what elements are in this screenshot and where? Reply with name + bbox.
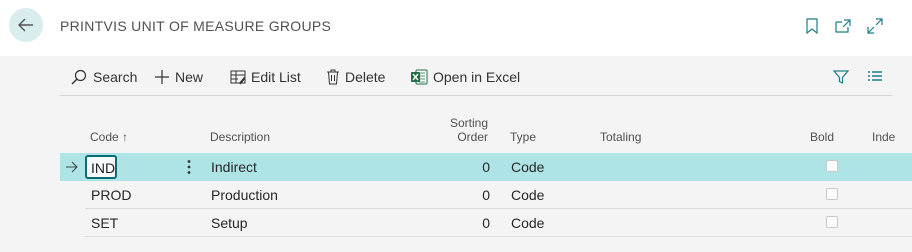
open-new-window-icon (835, 19, 851, 33)
search-button[interactable]: Search (70, 67, 137, 87)
code-cell-editor[interactable]: IND (85, 155, 117, 179)
delete-label: Delete (345, 69, 386, 85)
filter-button[interactable] (833, 67, 854, 87)
code-cell[interactable]: SET (91, 215, 118, 231)
filter-icon (833, 70, 849, 84)
expand-button[interactable] (866, 17, 884, 35)
new-label: New (175, 69, 204, 85)
table-row[interactable]: SET Setup 0 Code (60, 209, 912, 237)
back-button[interactable] (9, 8, 43, 42)
table-row[interactable]: IND Indirect 0 Code (60, 153, 912, 181)
bold-checkbox[interactable] (826, 188, 838, 200)
sorting-order-cell[interactable]: 0 (440, 159, 490, 175)
column-header-totaling[interactable]: Totaling (600, 130, 641, 144)
open-in-excel-label: Open in Excel (433, 69, 521, 85)
bold-checkbox[interactable] (826, 160, 838, 172)
sorting-order-header-line1: Sorting (449, 116, 488, 130)
arrow-left-icon (18, 18, 33, 32)
description-cell[interactable]: Production (211, 187, 278, 203)
open-in-excel-button[interactable]: Open in Excel (410, 67, 520, 87)
type-cell[interactable]: Code (511, 215, 544, 231)
column-header-code[interactable]: Code ↑ (90, 130, 128, 144)
list-view-button[interactable] (867, 67, 888, 87)
column-header-description[interactable]: Description (210, 130, 270, 144)
sorting-order-cell[interactable]: 0 (440, 215, 490, 231)
page-header: PRINTVIS UNIT OF MEASURE GROUPS (0, 0, 912, 56)
plus-icon (155, 70, 169, 84)
code-header-label: Code (90, 130, 119, 144)
edit-list-button[interactable]: Edit List (230, 67, 301, 87)
bookmark-icon (806, 18, 818, 34)
expand-icon (867, 18, 883, 34)
sorting-order-header-line2: Order (457, 130, 488, 144)
page-title: PRINTVIS UNIT OF MEASURE GROUPS (60, 18, 332, 34)
column-header-indentation[interactable]: Inde (872, 130, 895, 144)
sort-ascending-icon: ↑ (122, 130, 129, 144)
code-cell: IND (91, 160, 116, 176)
list-content: Search New Edit List Delete Open in Exce… (60, 56, 912, 252)
edit-list-icon (230, 70, 246, 85)
description-cell[interactable]: Indirect (211, 159, 257, 175)
column-header-bold[interactable]: Bold (810, 130, 834, 144)
type-cell[interactable]: Code (511, 159, 544, 175)
excel-icon (411, 69, 428, 85)
bold-checkbox[interactable] (826, 216, 838, 228)
search-label: Search (93, 69, 138, 85)
column-header-type[interactable]: Type (510, 130, 536, 144)
code-cell[interactable]: PROD (91, 187, 131, 203)
sorting-order-cell[interactable]: 0 (440, 187, 490, 203)
bookmark-button[interactable] (803, 17, 821, 35)
delete-button[interactable]: Delete (326, 67, 385, 87)
row-actions-icon[interactable] (187, 159, 191, 175)
row-arrow-icon (66, 161, 78, 173)
new-button[interactable]: New (154, 67, 203, 87)
open-new-window-button[interactable] (834, 17, 852, 35)
column-header-sorting-order[interactable]: Sorting Order (420, 116, 488, 144)
list-view-icon (868, 71, 882, 81)
search-icon (71, 69, 87, 85)
action-bar: Search New Edit List Delete Open in Exce… (60, 56, 892, 96)
type-cell[interactable]: Code (511, 187, 544, 203)
trash-icon (327, 69, 339, 85)
edit-list-label: Edit List (251, 69, 301, 85)
description-cell[interactable]: Setup (211, 215, 248, 231)
table-row[interactable]: PROD Production 0 Code (60, 181, 912, 209)
row-divider (85, 236, 912, 237)
